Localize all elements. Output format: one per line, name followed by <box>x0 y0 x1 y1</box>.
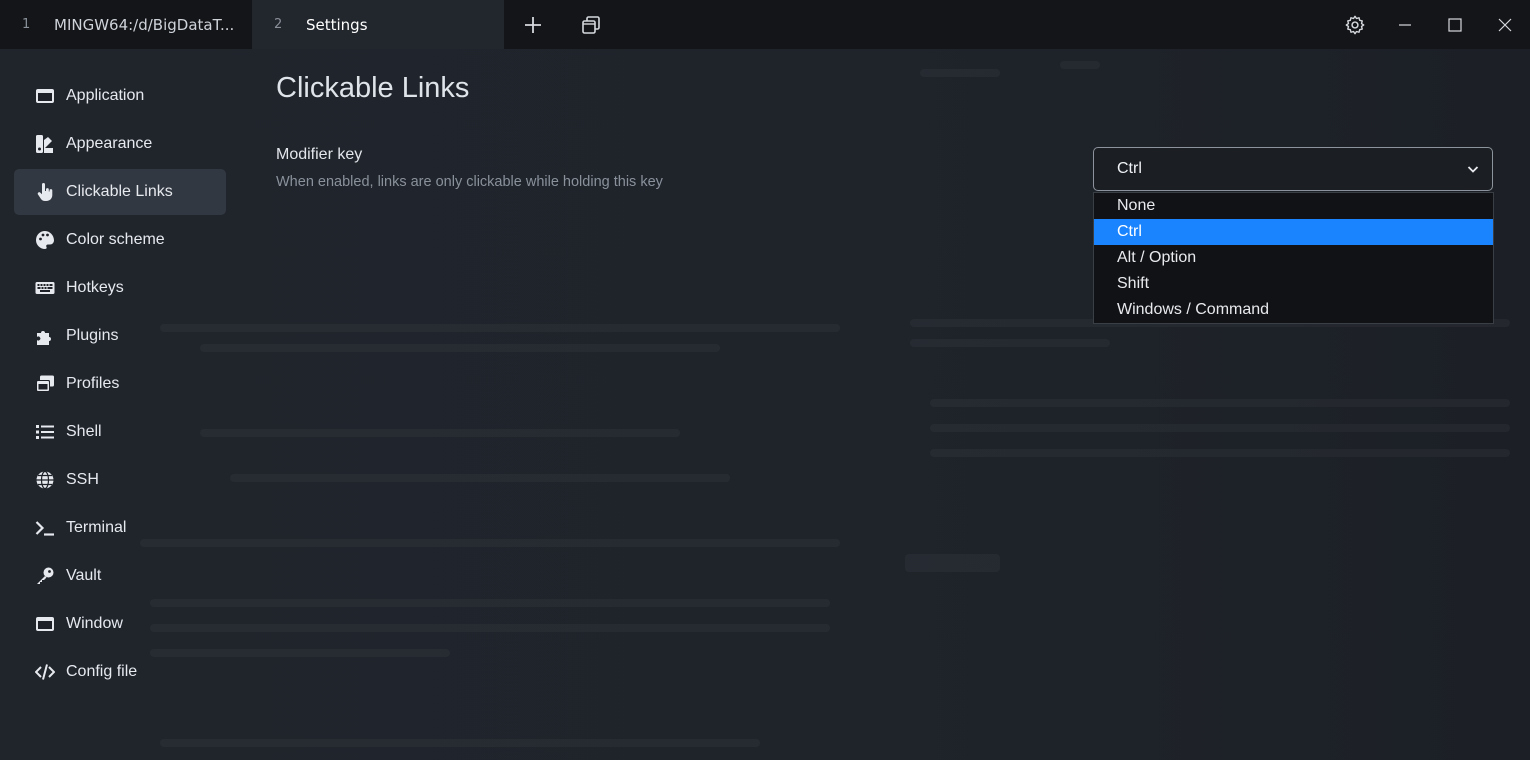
sidebar-item-label: Window <box>66 615 123 632</box>
sidebar-item-label: Hotkeys <box>66 279 124 296</box>
swatchbook-icon <box>34 133 56 155</box>
close-icon <box>1498 18 1512 31</box>
option-shift[interactable]: Shift <box>1094 271 1493 297</box>
minimize-button[interactable] <box>1380 0 1430 49</box>
tab-settings[interactable]: 2 Settings <box>252 0 504 49</box>
sidebar-item-color-scheme[interactable]: Color scheme <box>14 217 226 263</box>
tab-number: 1 <box>22 17 31 32</box>
tab-title: Settings <box>306 15 368 34</box>
sidebar-item-label: Shell <box>66 423 102 440</box>
hand-pointer-icon <box>34 181 56 203</box>
sidebar-item-label: Vault <box>66 567 102 584</box>
sidebar-item-label: Application <box>66 87 145 104</box>
window-icon <box>34 85 56 107</box>
modifier-key-description: When enabled, links are only clickable w… <box>276 174 663 190</box>
list-icon <box>34 421 56 443</box>
sidebar-item-vault[interactable]: Vault <box>14 553 226 599</box>
tab-terminal[interactable]: 1 MINGW64:/d/BigDataT... <box>0 0 252 49</box>
gear-icon <box>1345 15 1365 34</box>
sidebar-item-label: SSH <box>66 471 99 488</box>
maximize-icon <box>1448 17 1462 32</box>
sidebar-item-appearance[interactable]: Appearance <box>14 121 226 167</box>
close-button[interactable] <box>1480 0 1530 49</box>
tab-number: 2 <box>274 17 283 32</box>
sidebar-item-config-file[interactable]: Config file <box>14 649 226 695</box>
select-value: Ctrl <box>1117 160 1142 177</box>
sidebar-item-label: Plugins <box>66 327 119 344</box>
keyboard-icon <box>34 277 56 299</box>
sidebar-item-profiles[interactable]: Profiles <box>14 361 226 407</box>
sidebar-item-plugins[interactable]: Plugins <box>14 313 226 359</box>
sidebar-item-label: Config file <box>66 663 138 680</box>
plus-icon <box>525 16 541 33</box>
sidebar-item-clickable-links[interactable]: Clickable Links <box>14 169 226 215</box>
sidebar-item-hotkeys[interactable]: Hotkeys <box>14 265 226 311</box>
sidebar-item-label: Clickable Links <box>66 183 173 200</box>
sidebar-item-terminal[interactable]: Terminal <box>14 505 226 551</box>
sidebar-item-label: Color scheme <box>66 231 165 248</box>
window-stack-icon <box>34 373 56 395</box>
key-icon <box>34 565 56 587</box>
option-ctrl[interactable]: Ctrl <box>1094 219 1493 245</box>
maximize-button[interactable] <box>1430 0 1480 49</box>
settings-button[interactable] <box>1330 0 1380 49</box>
sidebar-item-label: Profiles <box>66 375 120 392</box>
window-icon <box>34 613 56 635</box>
settings-sidebar: Application Appearance Clickable Links C… <box>14 73 226 697</box>
sidebar-item-label: Terminal <box>66 519 127 536</box>
sidebar-item-shell[interactable]: Shell <box>14 409 226 455</box>
tab-title: MINGW64:/d/BigDataT... <box>54 15 235 34</box>
option-windows-command[interactable]: Windows / Command <box>1094 297 1493 323</box>
modifier-key-select[interactable]: Ctrl <box>1093 147 1493 191</box>
sidebar-item-ssh[interactable]: SSH <box>14 457 226 503</box>
chevron-down-icon <box>1467 166 1479 173</box>
puzzle-icon <box>34 325 56 347</box>
globe-icon <box>34 469 56 491</box>
option-alt-option[interactable]: Alt / Option <box>1094 245 1493 271</box>
duplicate-window-button[interactable] <box>562 0 620 49</box>
modifier-key-options: None Ctrl Alt / Option Shift Windows / C… <box>1093 192 1494 324</box>
palette-icon <box>34 229 56 251</box>
new-tab-button[interactable] <box>504 0 562 49</box>
sidebar-item-window[interactable]: Window <box>14 601 226 647</box>
page-title: Clickable Links <box>276 72 470 104</box>
option-none[interactable]: None <box>1094 193 1493 219</box>
windows-icon <box>582 15 600 34</box>
code-icon <box>34 661 56 683</box>
terminal-icon <box>34 517 56 539</box>
minimize-icon <box>1399 23 1411 26</box>
sidebar-item-application[interactable]: Application <box>14 73 226 119</box>
sidebar-item-label: Appearance <box>66 135 153 152</box>
title-bar: 1 MINGW64:/d/BigDataT... 2 Settings <box>0 0 1530 49</box>
modifier-key-label: Modifier key <box>276 146 363 163</box>
